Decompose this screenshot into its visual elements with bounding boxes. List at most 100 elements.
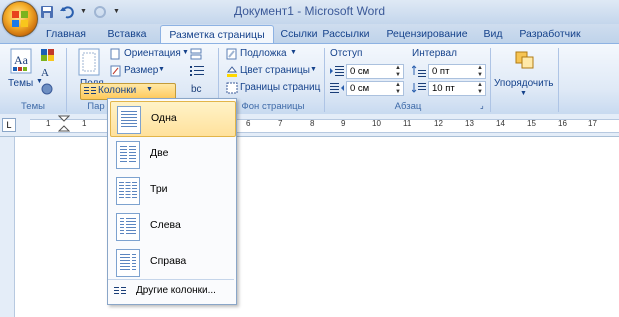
indent-left-value: 0 см [350,66,370,77]
columns-right-label: Справа [150,255,187,267]
columns-dropdown-icon: ▼ [146,86,153,93]
page-borders-icon[interactable] [226,82,238,94]
ruler-number: 11 [403,119,412,128]
orientation-icon[interactable] [110,48,122,60]
tab-page-layout[interactable]: Разметка страницы [160,25,274,44]
spin-up-icon[interactable]: ▲ [395,82,401,88]
orientation-dropdown-icon[interactable]: ▼ [182,49,189,56]
columns-three-item[interactable]: Три [110,173,234,207]
arrange-dropdown-icon[interactable]: ▼ [520,90,527,97]
watermark-icon[interactable] [226,48,238,60]
line-numbers-icon[interactable] [190,65,206,77]
ruler-number: 7 [278,119,283,128]
indent-right-icon [330,83,344,93]
ruler-number: 16 [558,119,567,128]
page-borders-label[interactable]: Границы страниц [240,82,320,93]
theme-fonts-icon[interactable]: A [40,65,56,79]
tab-selector[interactable]: L [2,118,16,132]
spin-up-icon[interactable]: ▲ [477,82,483,88]
spacing-after-value: 10 пт [432,83,455,94]
spacing-after-icon [412,83,426,93]
arrange-icon[interactable] [514,50,536,70]
columns-left-item[interactable]: Слева [110,209,234,243]
group-label-page-setup: Пар [87,101,105,112]
ruler-number: 1 [82,119,87,128]
themes-icon[interactable]: Aa [10,48,32,74]
margins-icon[interactable] [78,48,100,76]
spacing-before-input[interactable]: 0 пт ▲ ▼ [428,64,486,79]
group-label-page-background: Фон страницы [241,101,305,112]
tab-view[interactable]: Вид [478,25,508,43]
themes-button-label[interactable]: Темы [8,78,33,89]
spin-up-icon[interactable]: ▲ [477,65,483,71]
columns-label: Колонки [98,85,137,96]
indent-marker-icon[interactable] [58,115,70,137]
ruler-number: 15 [527,119,536,128]
separator [66,48,67,112]
spin-down-icon[interactable]: ▼ [395,72,401,78]
spacing-label: Интервал [412,48,457,59]
page-color-label[interactable]: Цвет страницы [240,65,310,76]
size-label[interactable]: Размер [124,65,158,76]
spacing-after-input[interactable]: 10 пт ▲ ▼ [428,81,486,96]
columns-left-label: Слева [150,219,181,231]
tab-developer[interactable]: Разработчик [512,25,588,43]
hyphenation-icon[interactable]: bc [190,82,206,94]
spin-down-icon[interactable]: ▼ [395,89,401,95]
dialog-launcher-icon[interactable]: ⌟ [480,101,484,110]
ruler-number: 6 [246,119,251,128]
page-color-dropdown-icon[interactable]: ▼ [310,66,317,73]
spacing-before-value: 0 пт [432,66,450,77]
ruler-number: 8 [310,119,315,128]
group-label-themes: Темы [21,101,45,112]
columns-right-item[interactable]: Справа [110,245,234,279]
size-dropdown-icon[interactable]: ▼ [158,66,165,73]
group-label-paragraph: Абзац [394,101,422,112]
indent-left-input[interactable]: 0 см ▲ ▼ [346,64,404,79]
spin-up-icon[interactable]: ▲ [395,65,401,71]
watermark-dropdown-icon[interactable]: ▼ [290,49,297,56]
ruler-number: 14 [496,119,505,128]
office-button[interactable] [2,1,38,37]
orientation-label[interactable]: Ориентация [124,48,181,59]
theme-effects-icon[interactable] [40,82,56,96]
size-icon[interactable] [110,65,122,77]
window-title: Документ1 - Microsoft Word [233,4,386,18]
spin-down-icon[interactable]: ▼ [477,72,483,78]
columns-icon [84,87,96,94]
indent-left-icon [330,66,344,76]
vertical-ruler[interactable] [0,137,15,317]
spacing-before-icon [412,65,426,77]
document-area[interactable] [15,137,619,317]
more-columns-icon [114,287,126,294]
tab-references[interactable]: Ссылки [274,25,324,43]
svg-text:Aa: Aa [14,53,29,67]
ruler-number: 1 [46,119,51,128]
spin-down-icon[interactable]: ▼ [477,89,483,95]
ruler-number: 9 [341,119,346,128]
theme-colors-icon[interactable] [40,48,56,62]
two-columns-icon [116,141,140,169]
tab-insert[interactable]: Вставка [98,25,156,43]
page-color-icon[interactable] [226,65,238,77]
svg-text:bc: bc [191,84,202,94]
svg-text:A: A [41,67,49,79]
breaks-icon[interactable] [190,48,206,60]
columns-two-item[interactable]: Две [110,137,234,171]
tab-home[interactable]: Главная [40,25,92,43]
watermark-label[interactable]: Подложка [240,48,287,59]
ribbon: Aa Темы ▼ A Темы Поля Ориентация ▼ Разме… [0,43,619,115]
indent-right-input[interactable]: 0 см ▲ ▼ [346,81,404,96]
horizontal-ruler[interactable]: L 1 1 2 3 4 5 6 7 8 9 10 11 12 13 14 15 … [0,114,619,137]
tab-mailings[interactable]: Рассылки [320,25,372,43]
more-columns-item[interactable]: Другие колонки... [108,279,234,304]
ruler-number: 12 [434,119,443,128]
right-column-icon [116,249,140,277]
separator [558,48,559,112]
indent-right-value: 0 см [350,83,370,94]
ruler-number: 13 [465,119,474,128]
columns-one-item[interactable]: Одна [110,101,236,137]
tab-review[interactable]: Рецензирование [380,25,474,43]
arrange-label[interactable]: Упорядочить [494,78,554,89]
indent-label: Отступ [330,48,363,59]
